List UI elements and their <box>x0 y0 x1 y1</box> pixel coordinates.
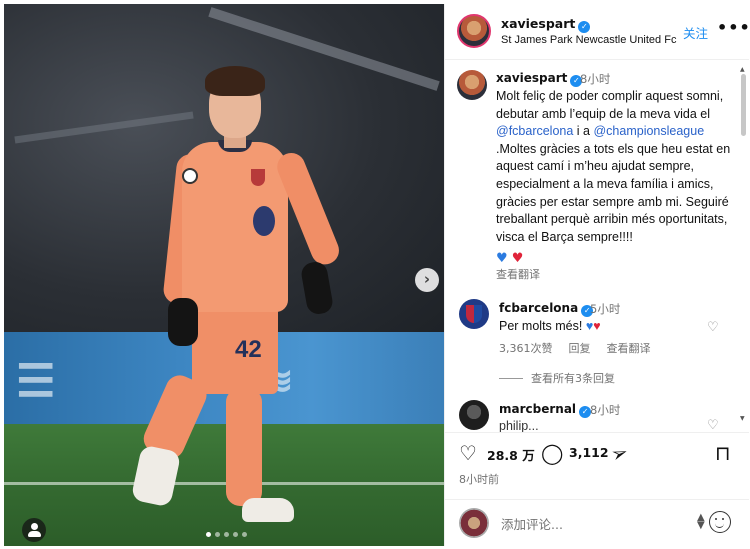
champions-league-badge <box>182 168 198 184</box>
blue-heart-emoji: ♥ <box>496 251 508 266</box>
red-heart-emoji: ♥ <box>511 251 524 266</box>
bookmark-icon[interactable]: ⊓ <box>715 441 731 465</box>
caption-username-text[interactable]: xaviespart <box>496 71 567 85</box>
post-actions: ♡ 28.8 万 ◯ 3,112 ➢ ⊓ 8小时前 <box>445 432 749 492</box>
comment-reply-button[interactable]: 回复 <box>569 340 591 356</box>
user-tag-icon-head <box>31 523 38 530</box>
comments-scroll-area[interactable]: xaviespart ✓ 8小时 Molt feliç de poder comp… <box>445 60 749 432</box>
comment-time: 5小时 <box>590 302 621 316</box>
author-avatar[interactable] <box>457 14 491 48</box>
author-username-text[interactable]: xaviespart <box>501 16 575 31</box>
sponsor-logo <box>253 206 275 236</box>
carousel-dot[interactable] <box>233 532 238 537</box>
user-tag-icon[interactable] <box>22 518 46 542</box>
post-location[interactable]: St James Park Newcastle United Fc <box>501 34 676 46</box>
comment-avatar-fcbarcelona[interactable] <box>459 299 489 329</box>
heart-icon[interactable]: ♡ <box>707 320 719 335</box>
carousel-dot[interactable] <box>242 532 247 537</box>
view-replies-link[interactable]: 查看所有3条回复 <box>499 370 615 386</box>
comment-likes-count[interactable]: 3,361次赞 <box>499 340 553 356</box>
caption-username[interactable]: xaviespart ✓ <box>496 71 583 87</box>
instagram-post-window: ☰ ≋≋≋ 42 › <box>0 0 750 549</box>
caption-text-part: .Moltes gràcies a tots els que heu estat… <box>496 141 731 244</box>
caption-emoji: ♥ ♥ <box>496 251 523 266</box>
player-leg <box>226 388 262 506</box>
comment-composer: ▲▼ <box>445 499 749 546</box>
comments-count[interactable]: 3,112 <box>569 445 609 460</box>
author-username[interactable]: xaviespart ✓ <box>501 16 591 33</box>
mention-link[interactable]: @fcbarcelona <box>496 124 573 138</box>
likes-count[interactable]: 28.8 万 <box>487 445 535 464</box>
carousel-indicator <box>206 532 247 537</box>
scroll-down-arrow-icon[interactable]: ▼ <box>740 415 745 422</box>
player-glove <box>168 298 198 346</box>
caption-text-part: i a <box>573 124 594 139</box>
caption-avatar[interactable] <box>457 70 487 100</box>
comment-translate-link[interactable]: 查看翻译 <box>607 340 651 356</box>
carousel-dot[interactable] <box>224 532 229 537</box>
comment-meta: 3,361次赞 回复 查看翻译 <box>499 340 651 356</box>
post-photo[interactable]: ☰ ≋≋≋ 42 › <box>4 4 444 546</box>
heart-icon[interactable]: ♡ <box>459 441 477 465</box>
scrollbar-thumb[interactable] <box>741 74 746 136</box>
caption-time: 8小时 <box>580 72 611 86</box>
comment-username-text[interactable]: marcbernal <box>499 402 576 416</box>
share-icon[interactable]: ➢ <box>607 439 631 467</box>
club-crest <box>251 169 265 186</box>
player-boot <box>130 444 182 508</box>
scrollbar[interactable]: ▲ ▼ <box>740 66 746 422</box>
comment-username[interactable]: marcbernal ✓ <box>499 402 592 418</box>
fcbarcelona-crest-icon <box>466 305 482 323</box>
chevron-right-icon[interactable]: › <box>415 268 439 292</box>
comment-username[interactable]: fcbarcelona ✓ <box>499 301 594 317</box>
follow-button[interactable]: 关注 <box>683 23 708 42</box>
post-side-panel: xaviespart ✓ St James Park Newcastle Unit… <box>444 4 750 546</box>
caption-text-part: Molt feliç de poder complir aquest somni… <box>496 89 724 121</box>
replies-divider <box>499 378 523 379</box>
more-icon[interactable]: ••• <box>717 18 750 37</box>
comment-text-content: Per molts més! <box>499 319 583 333</box>
red-heart-emoji: ♥ <box>593 319 601 333</box>
player-glove <box>299 260 335 316</box>
comment-text: Per molts més! ♥♥ <box>499 319 601 333</box>
shorts-number: 42 <box>235 336 262 363</box>
carousel-dot[interactable] <box>206 532 211 537</box>
comment-avatar-marcbernal[interactable] <box>459 400 489 430</box>
verified-icon: ✓ <box>578 21 591 33</box>
see-translation-link[interactable]: 查看翻译 <box>496 266 540 282</box>
caption-text: Molt feliç de poder complir aquest somni… <box>496 88 734 246</box>
sort-arrows-icon[interactable]: ▲ ▼ <box>697 513 705 531</box>
carousel-dot[interactable] <box>215 532 220 537</box>
view-replies-text[interactable]: 查看所有3条回复 <box>531 372 615 385</box>
post-header: xaviespart ✓ St James Park Newcastle Unit… <box>445 4 750 60</box>
comment-time: 8小时 <box>590 403 621 417</box>
comment-text: philip... <box>499 419 539 432</box>
post-timestamp: 8小时前 <box>459 473 499 486</box>
user-tag-icon-body <box>28 531 41 537</box>
player-boot <box>242 498 294 522</box>
player-figure: 42 <box>4 4 444 546</box>
comment-icon[interactable]: ◯ <box>541 441 563 465</box>
emoji-icon[interactable] <box>709 511 731 533</box>
viewer-avatar <box>459 508 489 538</box>
comment-input[interactable] <box>501 514 681 534</box>
mention-link[interactable]: @championsleague <box>593 124 704 138</box>
comment-username-text[interactable]: fcbarcelona <box>499 301 578 315</box>
heart-icon[interactable]: ♡ <box>707 418 719 432</box>
player-hair <box>205 66 265 96</box>
scroll-up-arrow-icon[interactable]: ▲ <box>740 66 745 73</box>
